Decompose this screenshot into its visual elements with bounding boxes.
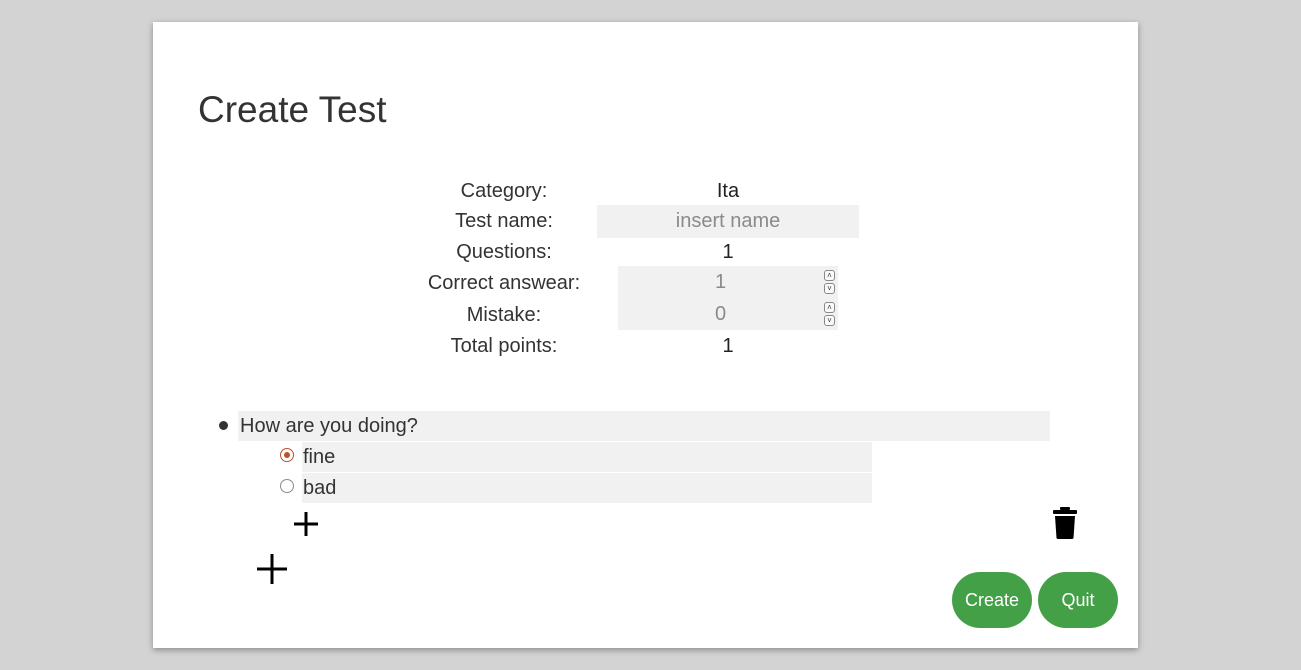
total-points-label: Total points: — [450, 335, 558, 357]
mistake-points-input[interactable]: 0 ˄ ˅ — [618, 298, 838, 330]
questions-label: Questions: — [456, 241, 552, 263]
chevron-down-icon[interactable]: ˅ — [824, 315, 835, 326]
correct-answer-label: Correct answear: — [427, 272, 581, 294]
mistake-points-value: 0 — [714, 303, 727, 325]
correct-answer-spinner: ˄ ˅ — [824, 270, 836, 296]
question-text-input[interactable]: How are you doing? — [238, 411, 1050, 441]
category-value: Ita — [716, 180, 740, 202]
answer-text-input[interactable]: fine — [302, 442, 872, 472]
answer-radio-fine[interactable] — [280, 448, 294, 462]
create-button[interactable]: Create — [952, 572, 1032, 628]
mistake-label: Mistake: — [466, 304, 542, 326]
chevron-up-icon[interactable]: ˄ — [824, 302, 835, 313]
category-label: Category: — [460, 180, 548, 202]
mistake-spinner: ˄ ˅ — [824, 302, 836, 328]
answer-text-input[interactable]: bad — [302, 473, 872, 503]
trash-icon[interactable] — [1051, 506, 1079, 540]
total-points-value: 1 — [722, 335, 734, 357]
questions-count: 1 — [722, 241, 734, 263]
answer-radio-bad[interactable] — [280, 479, 294, 493]
list-bullet — [219, 421, 228, 430]
plus-icon[interactable] — [292, 510, 320, 538]
test-name-input[interactable] — [597, 205, 859, 238]
correct-answer-points-value: 1 — [714, 271, 727, 293]
correct-answer-points-input[interactable]: 1 ˄ ˅ — [618, 266, 838, 298]
create-test-card: Create Test Category: Ita Test name: Que… — [153, 22, 1138, 648]
page-title: Create Test — [198, 89, 387, 130]
quit-button[interactable]: Quit — [1038, 572, 1118, 628]
chevron-up-icon[interactable]: ˄ — [824, 270, 835, 281]
test-name-label: Test name: — [455, 210, 553, 232]
chevron-down-icon[interactable]: ˅ — [824, 283, 835, 294]
plus-icon[interactable] — [255, 552, 289, 586]
